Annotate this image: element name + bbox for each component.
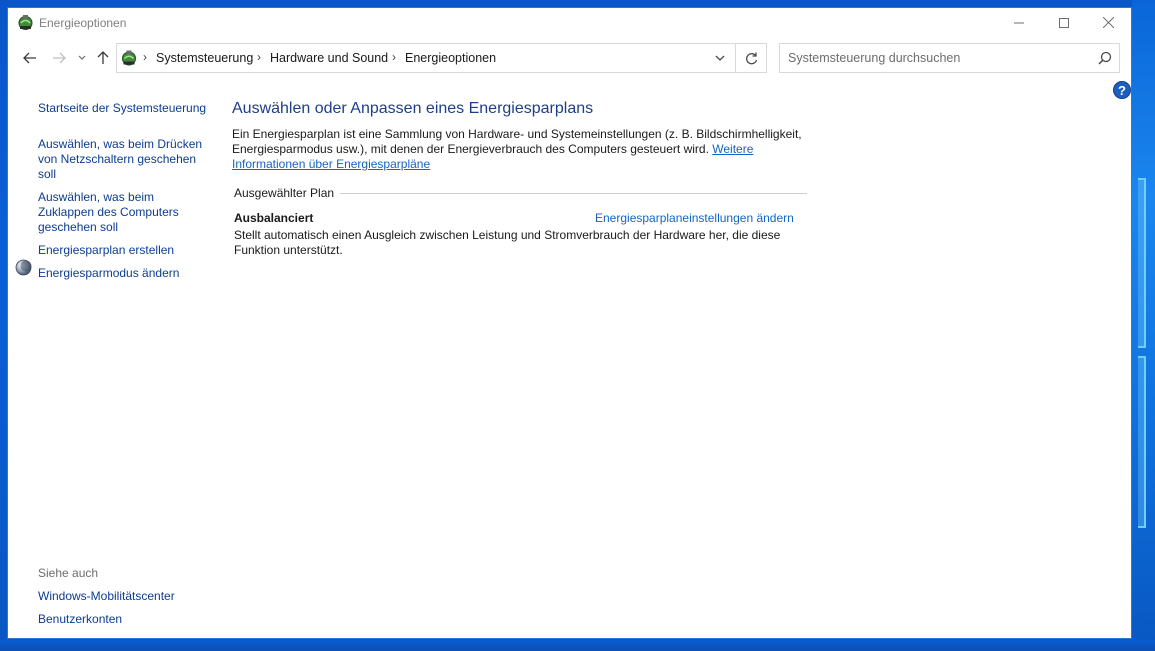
window-title: Energieoptionen (39, 16, 127, 30)
sidebar-item-sleep-mode[interactable]: Energiesparmodus ändern (38, 266, 208, 281)
sleep-moon-icon (15, 259, 32, 276)
sidebar: Startseite der Systemsteuerung Auswählen… (8, 74, 223, 640)
minimize-button[interactable] (996, 8, 1041, 37)
control-panel-icon (122, 50, 136, 66)
arrow-right-icon (53, 52, 66, 64)
title-bar[interactable]: Energieoptionen (8, 8, 1131, 38)
recent-locations-button[interactable] (75, 47, 89, 69)
power-options-icon (18, 15, 33, 30)
desktop-background-bottom (0, 640, 1155, 651)
forward-button[interactable] (48, 47, 70, 69)
search-icon[interactable] (1098, 51, 1112, 65)
sidebar-item-mobility-center[interactable]: Windows-Mobilitätscenter (38, 589, 208, 604)
page-title: Auswählen oder Anpassen eines Energiespa… (232, 100, 594, 117)
address-dropdown-button[interactable] (706, 44, 734, 72)
breadcrumb-chevron-icon[interactable]: › (143, 50, 147, 64)
desktop-window-glow (1138, 178, 1146, 348)
close-icon (1103, 17, 1114, 28)
desktop-background (1132, 0, 1155, 651)
breadcrumb-systemsteuerung[interactable]: Systemsteuerung (156, 51, 253, 65)
search-box[interactable] (779, 43, 1120, 73)
help-icon[interactable]: ? (1113, 81, 1131, 99)
change-plan-settings-link[interactable]: Energiesparplaneinstellungen ändern (595, 211, 794, 225)
sidebar-item-control-panel-home[interactable]: Startseite der Systemsteuerung (38, 101, 208, 116)
sidebar-item-user-accounts[interactable]: Benutzerkonten (38, 612, 208, 627)
close-button[interactable] (1086, 8, 1131, 37)
chevron-down-icon (715, 55, 725, 61)
desktop-window-glow (1138, 356, 1146, 528)
search-input[interactable] (780, 44, 1090, 72)
maximize-icon (1058, 17, 1069, 28)
back-button[interactable] (19, 47, 41, 69)
breadcrumb-chevron-icon[interactable]: › (257, 50, 261, 64)
minimize-icon (1013, 22, 1024, 23)
up-button[interactable] (92, 47, 114, 69)
selected-plan-heading: Ausgewählter Plan (234, 186, 335, 200)
breadcrumb-chevron-icon[interactable]: › (392, 50, 396, 64)
page-description: Ein Energiesparplan ist eine Sammlung vo… (232, 127, 802, 172)
arrow-up-icon (97, 51, 109, 64)
breadcrumb-energieoptionen[interactable]: Energieoptionen (405, 51, 496, 65)
breadcrumb-hardware-und-sound[interactable]: Hardware und Sound (270, 51, 388, 65)
address-bar[interactable]: › Systemsteuerung › Hardware und Sound ›… (116, 43, 767, 73)
plan-name: Ausbalanciert (234, 211, 314, 225)
sidebar-item-create-plan[interactable]: Energiesparplan erstellen (38, 243, 208, 258)
refresh-icon (746, 52, 758, 64)
plan-description: Stellt automatisch einen Ausgleich zwisc… (234, 228, 781, 257)
control-panel-window: Energieoptionen › Systemsteuerung › Hard… (7, 7, 1132, 639)
navigation-bar: › Systemsteuerung › Hardware und Sound ›… (8, 42, 1131, 74)
maximize-button[interactable] (1041, 8, 1086, 37)
sidebar-item-power-buttons[interactable]: Auswählen, was beim Drücken von Netzscha… (38, 137, 208, 182)
see-also-heading: Siehe auch (38, 566, 99, 580)
chevron-down-icon (78, 55, 86, 60)
refresh-button[interactable] (735, 44, 767, 72)
section-divider (340, 193, 807, 194)
sidebar-item-lid-close[interactable]: Auswählen, was beim Zuklappen des Comput… (38, 190, 208, 235)
arrow-left-icon (23, 52, 36, 64)
